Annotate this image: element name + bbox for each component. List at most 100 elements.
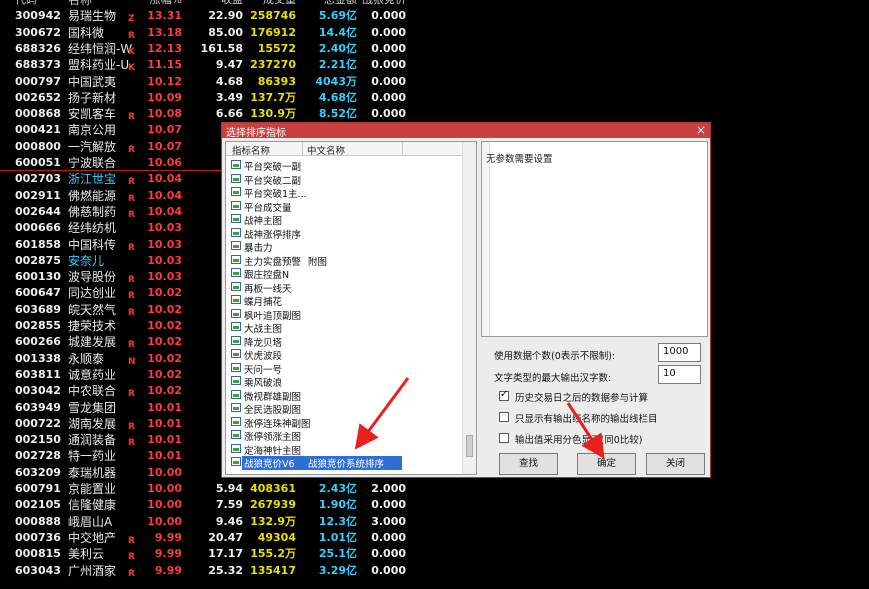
indicator-icon (231, 443, 241, 453)
description-scrollbar[interactable] (482, 142, 490, 336)
cell-ratio: 0.000 (371, 9, 406, 23)
indicator-item[interactable]: 全民选股副图 (227, 401, 467, 416)
table-row[interactable]: 000815 美利云 R 9.99 17.17 155.2万 25.1亿 0.000 (0, 546, 869, 562)
indicator-item[interactable]: 平台成交量 (227, 199, 467, 214)
table-row[interactable]: 002652 扬子新材 10.09 3.49 137.7万 4.68亿 0.000 (0, 90, 869, 106)
column-header-price[interactable]: 收盘 (190, 0, 243, 8)
find-button[interactable]: 查找 (499, 453, 558, 475)
column-header-indicator-name[interactable]: 指标名称 (232, 143, 270, 157)
table-row[interactable]: 688326 经纬恒润-W K 12.13 161.58 15572 2.40亿 0.000 (0, 41, 869, 57)
cell-amt: 4.68亿 (318, 90, 357, 104)
indicator-list[interactable]: 指标名称 中文名称 平台突破一副 平台突破二副 平台突破1主... 平台成交量 战神主图… (225, 141, 477, 475)
indicator-item[interactable]: 乘风破浪 (227, 374, 467, 389)
table-row[interactable]: 600791 京能置业 10.00 5.94 408361 2.43亿 2.000 (0, 481, 869, 497)
cell-code: 300672 (15, 25, 61, 39)
cell-ratio: 0.000 (371, 530, 406, 544)
table-row[interactable]: 300942 易瑞生物 Z 13.31 22.90 258746 5.69亿 0.000 (0, 8, 869, 24)
indicator-icon (231, 160, 241, 169)
indicator-item[interactable]: 平台突破二副 (227, 172, 467, 187)
indicator-item[interactable]: 平台突破一副 (227, 158, 467, 173)
indicator-item[interactable]: 降龙贝塔 (227, 334, 467, 349)
cell-amt: 1.01亿 (318, 530, 357, 544)
dialog-titlebar[interactable]: 选择排序指标 × (222, 123, 710, 139)
cell-pct: 10.09 (147, 90, 182, 104)
indicator-icon (231, 403, 241, 412)
indicator-icon (231, 254, 241, 264)
cell-pct: 13.18 (147, 25, 182, 39)
close-icon[interactable]: × (695, 123, 707, 137)
column-header-name[interactable]: 名称 (68, 0, 92, 8)
indicator-item[interactable]: 伏虎波段 (227, 347, 467, 362)
cell-amt: 12.3亿 (318, 514, 357, 528)
indicator-item[interactable]: 平台突破1主... (227, 185, 467, 200)
cell-code: 000815 (15, 547, 61, 561)
indicator-icon (231, 281, 241, 291)
indicator-item[interactable]: 战神主图 (227, 212, 467, 227)
cell-code: 603209 (15, 465, 61, 479)
cell-vol: 132.9万 (250, 514, 296, 528)
column-header-ratio[interactable]: 战狼竞价 (362, 0, 406, 8)
cell-amt: 2.40亿 (318, 41, 357, 55)
indicator-item[interactable]: 跟庄控盘N (227, 266, 467, 281)
indicator-item[interactable]: 微视群雄副图 (227, 388, 467, 403)
cell-name: 永顺泰 (68, 351, 105, 366)
indicator-item[interactable]: 暴击力 (227, 239, 467, 254)
table-row[interactable]: 000736 中交地产 R 9.99 20.47 49304 1.01亿 0.000 (0, 530, 869, 546)
table-row[interactable]: 002105 信隆健康 10.00 7.59 267939 1.90亿 0.000 (0, 497, 869, 513)
indicator-item[interactable]: 主力实盘预警 附图 (227, 253, 467, 268)
cell-code: 002652 (15, 90, 61, 104)
cell-pct: 10.02 (147, 335, 182, 349)
table-row[interactable]: 000888 峨眉山A 10.00 9.46 132.9万 12.3亿 3.000 (0, 514, 869, 530)
indicator-item[interactable]: 大战主图 (227, 320, 467, 335)
cell-name: 广州酒家 (68, 563, 117, 578)
table-row[interactable]: 688373 盟科药业-U K 11.15 9.47 237270 2.21亿 0.000 (0, 57, 869, 73)
named-output-checkbox[interactable] (499, 412, 509, 422)
indicator-item[interactable]: 定海神针主图 (227, 442, 467, 457)
indicator-item[interactable]: 涨停领涨主图 (227, 428, 467, 443)
cell-pct: 10.03 (147, 237, 182, 251)
column-header-code[interactable]: 代码 (15, 0, 37, 8)
indicator-list-scrollbar[interactable] (462, 142, 476, 474)
indicator-item[interactable]: 战狼竞价V6 战狼竞价系统排序 (227, 455, 467, 470)
color-split-label: 输出值采用分色显示(同0比较) (515, 435, 643, 446)
cell-name: 中交地产 (68, 530, 117, 545)
cell-price: 4.68 (215, 74, 243, 88)
indicator-item[interactable]: 天问一号 (227, 361, 467, 376)
table-row[interactable]: 000797 中国武夷 10.12 4.68 86393 4043万 0.000 (0, 74, 869, 90)
indicator-icon (231, 227, 241, 237)
column-header-vol[interactable]: 成交量 (250, 0, 296, 8)
table-row[interactable]: 603043 广州酒家 R 9.99 25.32 135417 3.29亿 0.000 (0, 563, 869, 579)
cell-code: 002875 (15, 253, 61, 267)
cell-price: 3.49 (215, 90, 243, 104)
column-header-pct[interactable]: 涨幅% (140, 0, 182, 8)
color-split-checkbox[interactable] (499, 433, 509, 443)
cell-price: 9.47 (215, 58, 243, 72)
max-data-count-input[interactable]: 1000 (658, 343, 701, 362)
column-header-amt[interactable]: 总金额 (303, 0, 357, 8)
indicator-item[interactable]: 再板一线天 (227, 280, 467, 295)
cell-vol: 135417 (250, 563, 296, 577)
close-button[interactable]: 关闭 (646, 453, 705, 475)
cell-price: 161.58 (200, 41, 243, 55)
cell-pct: 10.04 (147, 204, 182, 218)
table-row[interactable]: 000868 安凯客车 R 10.08 6.66 130.9万 8.52亿 0.000 (0, 106, 869, 122)
max-chars-input[interactable]: 10 (658, 365, 701, 384)
cell-amt: 14.4亿 (318, 25, 357, 39)
indicator-item[interactable]: 战神涨停排序 (227, 226, 467, 241)
ok-button[interactable]: 确定 (577, 453, 636, 475)
cell-code: 000666 (15, 221, 61, 235)
cell-code: 000797 (15, 74, 61, 88)
indicator-icon (231, 308, 241, 318)
indicator-item[interactable]: 枫叶追顶副图 (227, 307, 467, 322)
history-data-checkbox[interactable] (499, 389, 509, 401)
indicator-item[interactable]: 蝶月捕花 (227, 293, 467, 308)
column-header-chinese-name[interactable]: 中文名称 (307, 143, 345, 157)
cell-name: 佛燃能源 (68, 188, 117, 203)
cell-name: 捷荣技术 (68, 319, 117, 333)
cell-price: 22.90 (208, 9, 243, 23)
scrollbar-thumb[interactable] (466, 435, 473, 457)
table-row[interactable]: 300672 国科微 R 13.18 85.00 176912 14.4亿 0.000 (0, 25, 869, 41)
dialog-title: 选择排序指标 (226, 128, 286, 139)
indicator-item[interactable]: 涨停连珠神副图 (227, 415, 467, 430)
cell-name: 通润装备 (68, 433, 117, 448)
